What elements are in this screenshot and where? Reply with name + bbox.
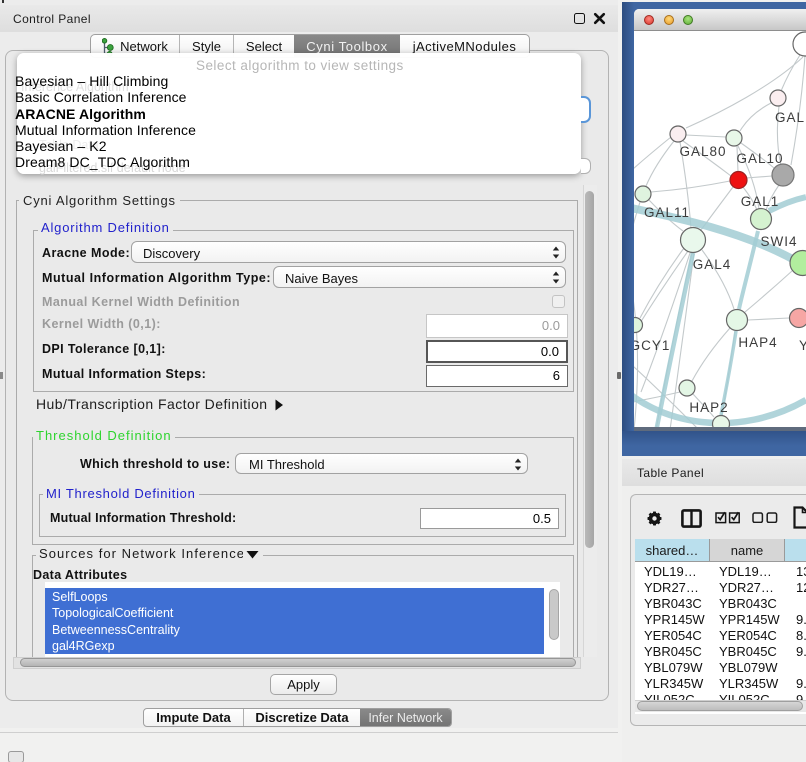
- svg-text:GAL80: GAL80: [679, 144, 726, 159]
- svg-text:GAL11: GAL11: [644, 205, 690, 220]
- svg-text:GAL4: GAL4: [693, 257, 732, 272]
- svg-text:GAL1: GAL1: [741, 194, 780, 209]
- svg-text:SWI4: SWI4: [760, 234, 797, 249]
- svg-text:GAL10: GAL10: [736, 151, 783, 166]
- svg-text:HAP4: HAP4: [738, 335, 777, 350]
- svg-text:GCY1: GCY1: [634, 338, 670, 353]
- svg-text:HAP2: HAP2: [689, 400, 728, 415]
- svg-text:GAL: GAL: [775, 110, 805, 125]
- svg-text:Y: Y: [799, 338, 806, 353]
